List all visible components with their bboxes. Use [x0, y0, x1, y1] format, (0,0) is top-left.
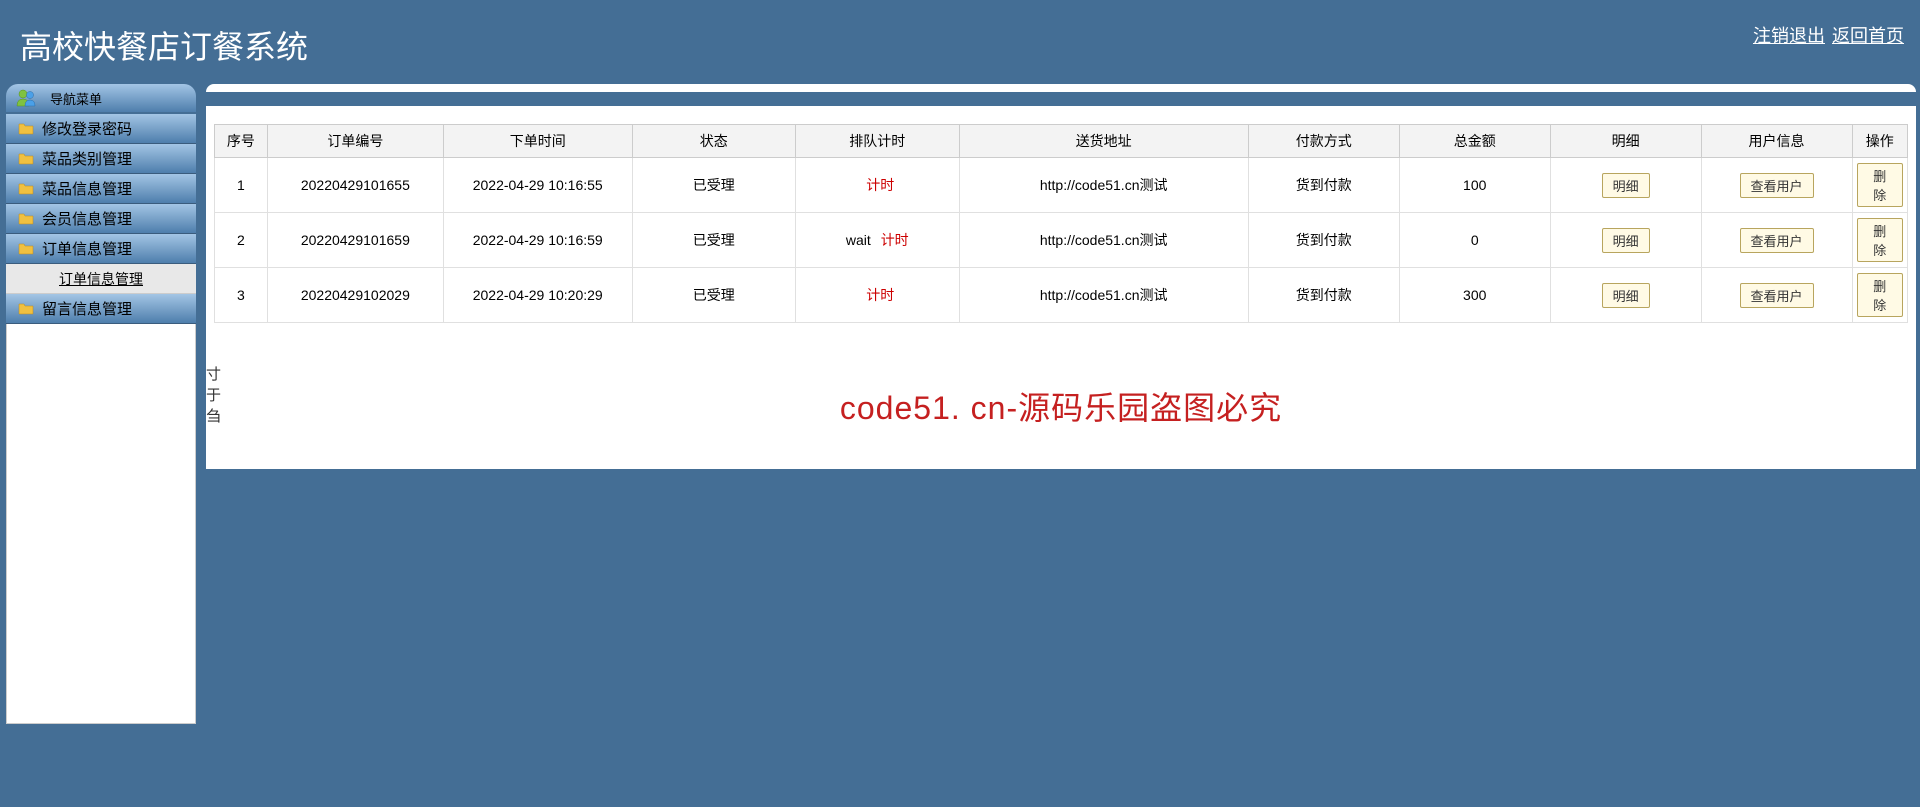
- users-icon: [16, 89, 38, 107]
- sidebar-spacer: [6, 324, 196, 724]
- content-panel: 序号 订单编号 下单时间 状态 排队计时 送货地址 付款方式 总金额 明细 用户…: [206, 106, 1916, 469]
- cell-detail: 明细: [1550, 268, 1701, 323]
- detail-button[interactable]: 明细: [1602, 228, 1650, 253]
- cell-time: 2022-04-29 10:16:59: [443, 213, 632, 268]
- cell-addr: http://code51.cn测试: [959, 268, 1248, 323]
- folder-icon: [18, 211, 34, 227]
- cell-op: 删除: [1852, 268, 1907, 323]
- cell-status: 已受理: [632, 158, 796, 213]
- th-op: 操作: [1852, 125, 1907, 158]
- content-area: 序号 订单编号 下单时间 状态 排队计时 送货地址 付款方式 总金额 明细 用户…: [206, 84, 1916, 807]
- detail-button[interactable]: 明细: [1602, 173, 1650, 198]
- th-pay: 付款方式: [1248, 125, 1399, 158]
- folder-icon: [18, 241, 34, 257]
- cell-status: 已受理: [632, 213, 796, 268]
- cell-pay: 货到付款: [1248, 213, 1399, 268]
- cell-queue: 计时: [796, 268, 960, 323]
- nav-item-label: 菜品类别管理: [42, 148, 132, 169]
- main-container: 导航菜单 修改登录密码 菜品类别管理 菜品信息管理 会员信息管理: [0, 84, 1920, 807]
- th-user: 用户信息: [1701, 125, 1852, 158]
- nav-menu-header: 导航菜单: [6, 84, 196, 112]
- cell-user: 查看用户: [1701, 213, 1852, 268]
- timer-link[interactable]: 计时: [866, 287, 894, 303]
- cell-op: 删除: [1852, 213, 1907, 268]
- nav-item-order[interactable]: 订单信息管理: [6, 234, 196, 264]
- cell-user: 查看用户: [1701, 158, 1852, 213]
- table-row: 3202204291020292022-04-29 10:20:29已受理 计时 h…: [215, 268, 1908, 323]
- folder-icon: [18, 121, 34, 137]
- cell-queue: 计时: [796, 158, 960, 213]
- cell-addr: http://code51.cn测试: [959, 158, 1248, 213]
- view-user-button[interactable]: 查看用户: [1740, 228, 1814, 253]
- home-link[interactable]: 返回首页: [1832, 26, 1904, 46]
- nav-item-message[interactable]: 留言信息管理: [6, 294, 196, 324]
- cell-pay: 货到付款: [1248, 158, 1399, 213]
- th-detail: 明细: [1550, 125, 1701, 158]
- cell-amount: 0: [1399, 213, 1550, 268]
- timer-link[interactable]: 计时: [866, 177, 894, 193]
- cell-user: 查看用户: [1701, 268, 1852, 323]
- folder-icon: [18, 301, 34, 317]
- cell-detail: 明细: [1550, 158, 1701, 213]
- folder-icon: [18, 151, 34, 167]
- cell-pay: 货到付款: [1248, 268, 1399, 323]
- table-row: 1202204291016552022-04-29 10:16:55已受理 计时 h…: [215, 158, 1908, 213]
- delete-button[interactable]: 删除: [1857, 273, 1903, 317]
- table-row: 2202204291016592022-04-29 10:16:59已受理wai…: [215, 213, 1908, 268]
- app-title: 高校快餐店订餐系统: [20, 22, 308, 68]
- cell-seq: 1: [215, 158, 268, 213]
- th-status: 状态: [632, 125, 796, 158]
- watermark-text: code51. cn-源码乐园盗图必究: [214, 383, 1908, 429]
- nav-sub-item-order[interactable]: 订单信息管理: [6, 264, 196, 294]
- nav-item-label: 菜品信息管理: [42, 178, 132, 199]
- logout-link[interactable]: 注销退出: [1753, 26, 1825, 46]
- nav-sub-item-label: 订单信息管理: [59, 269, 143, 289]
- cell-time: 2022-04-29 10:16:55: [443, 158, 632, 213]
- cell-queue: wait 计时: [796, 213, 960, 268]
- cell-detail: 明细: [1550, 213, 1701, 268]
- table-header-row: 序号 订单编号 下单时间 状态 排队计时 送货地址 付款方式 总金额 明细 用户…: [215, 125, 1908, 158]
- cell-op: 删除: [1852, 158, 1907, 213]
- nav-item-label: 修改登录密码: [42, 118, 132, 139]
- nav-item-label: 留言信息管理: [42, 298, 132, 319]
- header: 高校快餐店订餐系统 注销退出 返回首页: [0, 0, 1920, 84]
- cell-order-no: 20220429101659: [267, 213, 443, 268]
- th-queue: 排队计时: [796, 125, 960, 158]
- nav-item-label: 订单信息管理: [42, 238, 132, 259]
- timer-link[interactable]: 计时: [881, 232, 909, 248]
- sidebar: 导航菜单 修改登录密码 菜品类别管理 菜品信息管理 会员信息管理: [6, 84, 196, 807]
- th-seq: 序号: [215, 125, 268, 158]
- th-amount: 总金额: [1399, 125, 1550, 158]
- nav-item-category[interactable]: 菜品类别管理: [6, 144, 196, 174]
- delete-button[interactable]: 删除: [1857, 163, 1903, 207]
- orders-table: 序号 订单编号 下单时间 状态 排队计时 送货地址 付款方式 总金额 明细 用户…: [214, 124, 1908, 323]
- cell-addr: http://code51.cn测试: [959, 213, 1248, 268]
- cell-amount: 300: [1399, 268, 1550, 323]
- cell-order-no: 20220429101655: [267, 158, 443, 213]
- delete-button[interactable]: 删除: [1857, 218, 1903, 262]
- nav-menu-label: 导航菜单: [50, 89, 102, 108]
- nav-item-member[interactable]: 会员信息管理: [6, 204, 196, 234]
- detail-button[interactable]: 明细: [1602, 283, 1650, 308]
- th-addr: 送货地址: [959, 125, 1248, 158]
- cell-order-no: 20220429102029: [267, 268, 443, 323]
- cell-seq: 3: [215, 268, 268, 323]
- th-time: 下单时间: [443, 125, 632, 158]
- view-user-button[interactable]: 查看用户: [1740, 173, 1814, 198]
- nav-item-password[interactable]: 修改登录密码: [6, 114, 196, 144]
- cell-status: 已受理: [632, 268, 796, 323]
- view-user-button[interactable]: 查看用户: [1740, 283, 1814, 308]
- content-header-bar: [206, 84, 1916, 92]
- cell-amount: 100: [1399, 158, 1550, 213]
- folder-icon: [18, 181, 34, 197]
- nav-item-dish[interactable]: 菜品信息管理: [6, 174, 196, 204]
- nav-item-label: 会员信息管理: [42, 208, 132, 229]
- header-links: 注销退出 返回首页: [1751, 22, 1904, 48]
- cell-time: 2022-04-29 10:20:29: [443, 268, 632, 323]
- ghost-text: 寸 于 刍: [206, 364, 221, 427]
- cell-seq: 2: [215, 213, 268, 268]
- th-order-no: 订单编号: [267, 125, 443, 158]
